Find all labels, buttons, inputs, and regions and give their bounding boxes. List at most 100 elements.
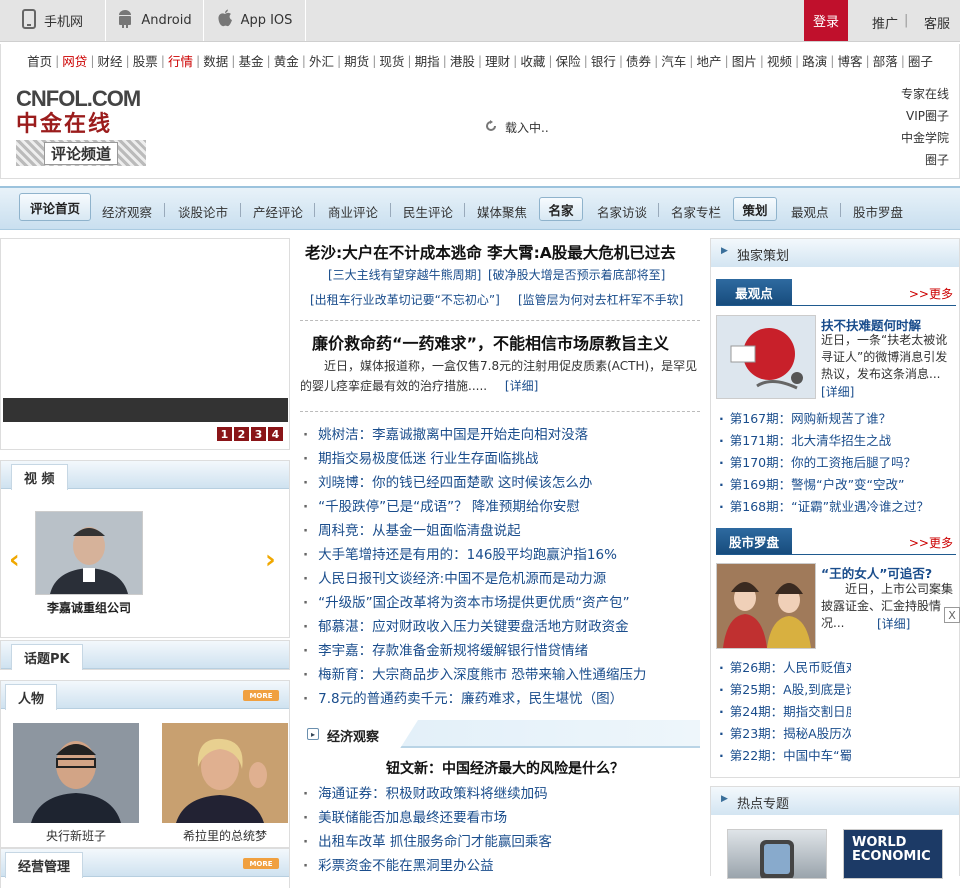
list-item[interactable]: 人民日报刊文谈经济:中国不是危机源而是动力源 [303,567,703,591]
sub-headline-link[interactable]: [监管层为何对去杠杆军不手软] [518,291,683,308]
sub-headline-link[interactable]: [三大主线有望穿越牛熊周期] [328,266,481,283]
video-caption[interactable]: 李嘉诚重组公司 [35,599,143,616]
nav-link[interactable]: 网贷 [62,51,87,70]
list-item[interactable]: 第22期：中国中车“蜀 [719,745,851,767]
hot-topic-image[interactable] [727,829,827,880]
person-caption[interactable]: 希拉里的总统梦 [162,827,288,844]
nav-link[interactable]: 港股 [450,51,475,70]
nav-link[interactable]: 行情 [168,51,193,70]
sub-headline-link[interactable]: [破净股大增是否预示着底部将至] [488,266,665,283]
video-thumbnail[interactable] [35,511,143,595]
person-caption[interactable]: 央行新班子 [13,827,139,844]
list-item[interactable]: 美联储能否加息最终还要看市场 [303,806,703,830]
headline[interactable]: 老沙:大户在不计成本逃命 李大霄:A股最大危机已过去 [305,241,676,263]
channel-item[interactable]: 名家专栏 [671,202,721,221]
site-logo[interactable]: CNFOL.COM 中金在线 评论频道 [16,88,146,168]
channel-item[interactable]: 股市罗盘 [853,202,903,221]
slider-page-button[interactable]: 1 [217,427,232,441]
slider-page-button[interactable]: 4 [268,427,283,441]
eco-headline[interactable]: 钮文新：中国经济最大的风险是什么？ [386,758,624,778]
image-slider[interactable]: 1 2 3 4 [0,238,290,450]
nav-link[interactable]: 银行 [591,51,616,70]
list-item[interactable]: 第168期：“证霸”就业遇冷谁之过？ [719,496,959,518]
nav-link[interactable]: 圈子 [908,51,933,70]
list-item[interactable]: 期指交易极度低迷 行业生存面临挑战 [303,447,703,471]
nav-link[interactable]: 期指 [415,51,440,70]
sub-headline-link[interactable]: [出租车行业改革切记要“不忘初心”] [310,291,500,308]
nav-link[interactable]: 部落 [873,51,898,70]
header-link[interactable]: 专家在线 [901,83,949,105]
list-item[interactable]: 周科竞：从基金一姐面临清盘说起 [303,519,703,543]
nav-link[interactable]: 理财 [485,51,510,70]
gslp-thumbnail[interactable] [716,563,816,649]
close-icon[interactable]: X [944,607,960,623]
list-item[interactable]: 第171期：北大清华招生之战 [719,430,959,452]
nav-link[interactable]: 视频 [767,51,792,70]
channel-item[interactable]: 产经评论 [253,202,303,221]
login-button[interactable]: 登录 [804,0,848,41]
header-link[interactable]: VIP圈子 [901,105,949,127]
list-item[interactable]: 郁慕湛：应对财政收入压力关键要盘活地方财政资金 [303,615,703,639]
list-item[interactable]: 刘晓博：你的钱已经四面楚歌 这时候该怎么办 [303,471,703,495]
list-item[interactable]: 海通证券：积极财政政策料将继续加码 [303,782,703,806]
list-item[interactable]: “升级版”国企改革将为资本市场提供更优质“资产包” [303,591,703,615]
nav-link[interactable]: 汽车 [661,51,686,70]
nav-link[interactable]: 数据 [203,51,228,70]
list-item[interactable]: 7.8元的普通药卖千元：廉药难求，民生堪忧（图） [303,687,703,711]
slider-page-button[interactable]: 3 [251,427,266,441]
android-link[interactable]: Android [106,0,204,41]
detail-link[interactable]: [详细] [821,383,854,400]
promote-link[interactable]: 推广 [872,13,898,32]
header-link[interactable]: 中金学院 [901,127,949,149]
eco-section-title[interactable]: 经济观察 [327,726,379,745]
mobile-site-link[interactable]: 手机网 [0,0,106,41]
channel-item[interactable]: 最观点 [791,202,829,221]
hot-topic-image[interactable]: WORLD ECONOMIC [843,829,943,879]
headline[interactable]: 廉价救命药“一药难求”，不能相信市场原教旨主义 [312,330,669,354]
nav-link[interactable]: 债券 [626,51,651,70]
list-item[interactable]: 第26期：人民币贬值对 [719,657,851,679]
list-item[interactable]: “千股跌停”已是“成语”？ 降准预期给你安慰 [303,495,703,519]
ios-link[interactable]: App IOS [204,0,306,41]
people-more-button[interactable]: MORE [243,690,279,701]
channel-item[interactable]: 谈股论市 [178,202,228,221]
list-item[interactable]: 李宇嘉：存款准备金新规将缓解银行惜贷情绪 [303,639,703,663]
nav-link[interactable]: 基金 [238,51,263,70]
cehua-tab[interactable]: 策划 [733,197,777,221]
channel-item[interactable]: 民生评论 [403,202,453,221]
list-item[interactable]: 梅新育：大宗商品步入深度熊市 恐带来输入性通缩压力 [303,663,703,687]
nav-link[interactable]: 现货 [379,51,404,70]
more-link[interactable]: >>更多 [909,285,953,302]
list-item[interactable]: 第169期：警惕“户改”变“空改” [719,474,959,496]
list-item[interactable]: 第25期：A股,到底是谁 [719,679,851,701]
header-link[interactable]: 圈子 [901,149,949,171]
channel-home-tab[interactable]: 评论首页 [19,193,91,221]
nav-link[interactable]: 外汇 [309,51,334,70]
detail-link[interactable]: [详细] [505,379,538,393]
channel-item[interactable]: 经济观察 [102,202,152,221]
nav-link[interactable]: 图片 [732,51,757,70]
nav-link[interactable]: 财经 [98,51,123,70]
zgd-thumbnail[interactable] [716,315,816,399]
channel-item[interactable]: 媒体聚焦 [477,202,527,221]
gslp-tab[interactable]: 股市罗盘 [716,528,792,554]
nav-link[interactable]: 首页 [27,51,52,70]
nav-link[interactable]: 黄金 [274,51,299,70]
list-item[interactable]: 第170期：你的工资拖后腿了吗？ [719,452,959,474]
gslp-headline[interactable]: “王的女人”可追否? [821,563,932,582]
person-photo[interactable] [13,723,139,823]
more-link[interactable]: >>更多 [909,534,953,551]
list-item[interactable]: 大手笔增持还是有用的：146股平均跑赢沪指16% [303,543,703,567]
zgd-tab[interactable]: 最观点 [716,279,792,305]
nav-link[interactable]: 期货 [344,51,369,70]
person-photo[interactable] [162,723,288,823]
service-link[interactable]: 客服 [924,13,950,32]
channel-item[interactable]: 商业评论 [328,202,378,221]
slider-page-button[interactable]: 2 [234,427,249,441]
detail-link[interactable]: [详细] [877,615,910,632]
nav-link[interactable]: 博客 [837,51,862,70]
chevron-right-icon[interactable]: › [265,545,276,575]
list-item[interactable]: 出租车改革 抓住服务命门才能赢回乘客 [303,830,703,854]
channel-item[interactable]: 名家访谈 [597,202,647,221]
mingjia-tab[interactable]: 名家 [539,197,583,221]
